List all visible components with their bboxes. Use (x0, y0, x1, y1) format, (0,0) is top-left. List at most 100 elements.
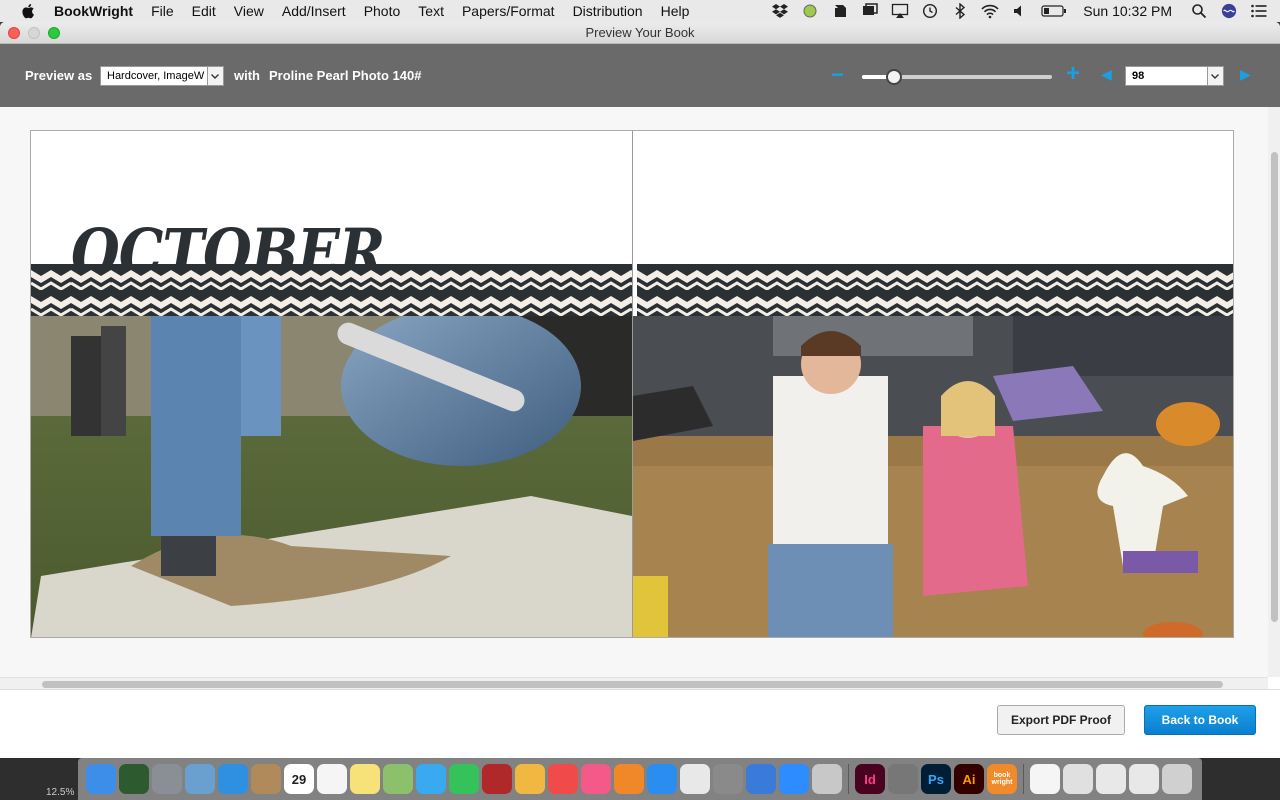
status-tray: Sun 10:32 PM (771, 0, 1268, 22)
disk-utility-icon[interactable] (812, 764, 842, 794)
bluetooth-icon[interactable] (951, 3, 969, 19)
cover-type-value: Hardcover, ImageW (107, 70, 205, 82)
cover-type-select[interactable]: Hardcover, ImageW (100, 66, 224, 86)
chevron-down-icon (207, 67, 223, 85)
menu-view[interactable]: View (234, 3, 264, 19)
spotlight-icon[interactable] (1190, 3, 1208, 19)
evernote-icon[interactable] (831, 3, 849, 19)
previous-page-icon[interactable]: ◀ (1101, 66, 1112, 83)
horizontal-scrollbar-thumb[interactable] (42, 681, 1223, 688)
photo-booth-icon[interactable] (482, 764, 512, 794)
close-window-button[interactable] (8, 27, 20, 39)
keychain-icon[interactable] (888, 764, 918, 794)
preview-toolbar: Preview as Hardcover, ImageW with Prolin… (0, 44, 1280, 107)
status-dot-icon[interactable] (801, 3, 819, 19)
with-label: with (234, 68, 260, 83)
window-controls (8, 27, 60, 39)
downloads-stack-2-icon[interactable] (1096, 764, 1126, 794)
export-pdf-proof-button[interactable]: Export PDF Proof (997, 705, 1125, 735)
menu-clock[interactable]: Sun 10:32 PM (1083, 3, 1172, 19)
indesign-icon-label: Id (864, 771, 876, 787)
zoom-window-button[interactable] (48, 27, 60, 39)
minimize-window-button[interactable] (28, 27, 40, 39)
menu-photo[interactable]: Photo (364, 3, 401, 19)
zoom-slider-thumb[interactable] (886, 69, 903, 85)
trash-icon[interactable] (1162, 764, 1192, 794)
calendar-icon[interactable]: 29 (284, 764, 314, 794)
bookwright-icon[interactable]: book wright (987, 764, 1017, 794)
app-store-icon[interactable] (647, 764, 677, 794)
photoshop-icon-label: Ps (928, 771, 944, 787)
menu-distribution[interactable]: Distribution (573, 3, 643, 19)
menu-add-insert[interactable]: Add/Insert (282, 3, 346, 19)
downloads-stack-3-icon[interactable] (1129, 764, 1159, 794)
window-title: Preview Your Book (585, 25, 695, 40)
menu-papers-format[interactable]: Papers/Format (462, 3, 555, 19)
dock: 29 Id Ps Ai book wright (78, 758, 1202, 800)
notification-center-icon[interactable] (1250, 3, 1268, 19)
photoshop-icon[interactable]: Ps (921, 764, 951, 794)
zoom-slider[interactable] (862, 69, 1052, 85)
time-machine-icon[interactable] (921, 3, 939, 19)
two-kids-on-hay-bales-photo (633, 316, 1233, 637)
desktop-zoom-label: 12.5% (46, 787, 75, 798)
chevron-pattern-band (31, 264, 632, 316)
vertical-scrollbar[interactable] (1268, 107, 1280, 677)
safari-icon[interactable] (218, 764, 248, 794)
chevron-down-icon (1207, 67, 1223, 85)
menu-edit[interactable]: Edit (192, 3, 216, 19)
news-icon[interactable] (548, 764, 578, 794)
preview-window: Preview Your Book Preview as Hardcover, … (0, 22, 1280, 758)
reminders-icon[interactable] (317, 764, 347, 794)
mission-control-icon[interactable] (119, 764, 149, 794)
dock-separator (1023, 764, 1024, 794)
notes-icon[interactable] (350, 764, 380, 794)
left-page: OCTOBER (31, 131, 632, 637)
window-titlebar: Preview Your Book (0, 22, 1280, 44)
apple-menu-icon[interactable] (20, 3, 38, 19)
calendar-icon-label: 29 (291, 771, 307, 787)
preview-as-label: Preview as (25, 68, 93, 83)
launchpad-icon[interactable] (152, 764, 182, 794)
indesign-icon[interactable]: Id (855, 764, 885, 794)
volume-icon[interactable] (1011, 3, 1029, 19)
books-icon[interactable] (614, 764, 644, 794)
zoom-in-icon[interactable]: + (1066, 62, 1080, 86)
window-footer: Export PDF Proof Back to Book (0, 689, 1280, 758)
preview-icon[interactable] (185, 764, 215, 794)
book-spread: OCTOBER (30, 130, 1234, 638)
menu-text[interactable]: Text (418, 3, 444, 19)
dropbox-icon[interactable] (771, 3, 789, 19)
menu-app-name[interactable]: BookWright (54, 3, 133, 19)
zoom-out-icon[interactable]: − (831, 64, 844, 86)
menu-help[interactable]: Help (661, 3, 690, 19)
downloads-stack-1-icon[interactable] (1063, 764, 1093, 794)
music-icon[interactable] (581, 764, 611, 794)
horizontal-scrollbar[interactable] (0, 677, 1268, 689)
next-page-icon[interactable]: ▶ (1240, 66, 1251, 83)
airplay-icon[interactable] (891, 3, 909, 19)
zoom-icon[interactable] (779, 764, 809, 794)
illustrator-icon[interactable]: Ai (954, 764, 984, 794)
menu-file[interactable]: File (151, 3, 174, 19)
siri-icon[interactable] (1220, 3, 1238, 19)
facetime-icon[interactable] (449, 764, 479, 794)
system-preferences-icon[interactable] (713, 764, 743, 794)
battery-icon[interactable] (1041, 3, 1067, 19)
maps-icon[interactable] (383, 764, 413, 794)
page-number-select[interactable]: 98 (1125, 66, 1224, 86)
keynote-icon[interactable] (746, 764, 776, 794)
back-to-book-button[interactable]: Back to Book (1144, 705, 1256, 735)
screens-icon[interactable] (861, 3, 879, 19)
photos-icon[interactable] (515, 764, 545, 794)
contacts-icon[interactable] (251, 764, 281, 794)
wifi-icon[interactable] (981, 3, 999, 19)
textedit-icon[interactable] (680, 764, 710, 794)
document-icon[interactable] (1030, 764, 1060, 794)
messages-icon[interactable] (416, 764, 446, 794)
vertical-scrollbar-thumb[interactable] (1271, 152, 1278, 622)
menu-bar: BookWright File Edit View Add/Insert Pho… (0, 0, 1280, 22)
right-page (633, 131, 1233, 637)
finder-icon[interactable] (86, 764, 116, 794)
illustrator-icon-label: Ai (962, 771, 976, 787)
